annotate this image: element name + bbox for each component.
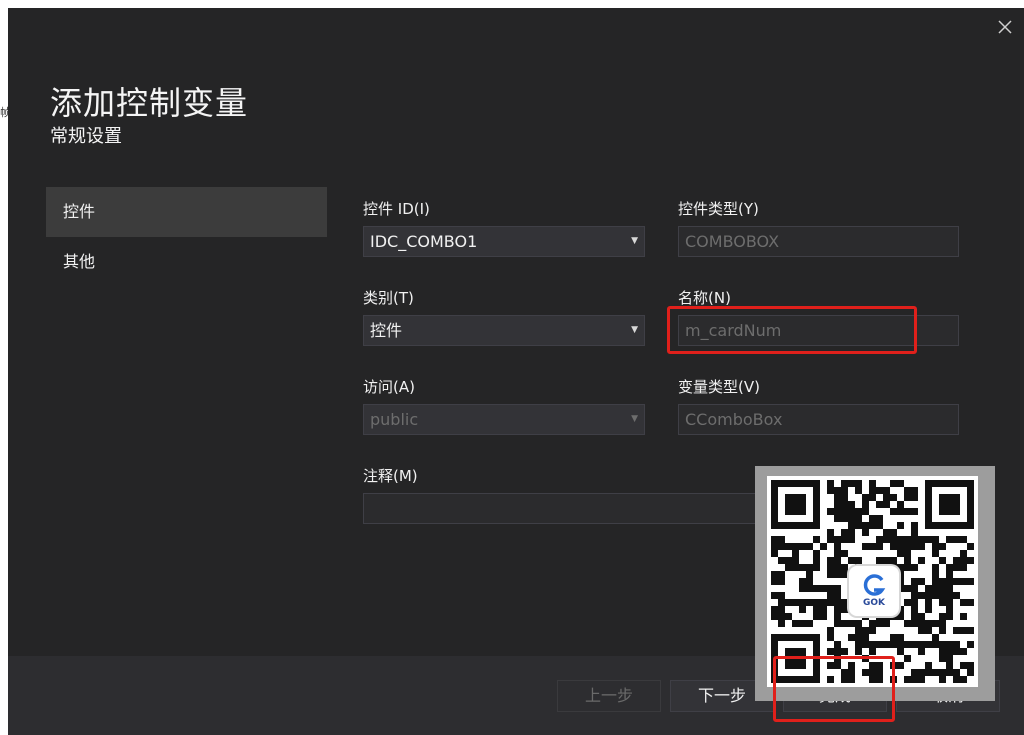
sidebar-item-other[interactable]: 其他 — [46, 237, 327, 287]
chevron-down-icon: ▼ — [631, 236, 638, 246]
qr-logo-text: GOK — [862, 598, 885, 608]
sidebar-item-control[interactable]: 控件 — [46, 187, 327, 237]
variable-type-value: CComboBox — [685, 410, 783, 429]
access-value: public — [370, 410, 419, 429]
dialog-subtitle: 常规设置 — [50, 126, 122, 147]
dialog-title: 添加控制变量 — [50, 84, 249, 122]
variable-type-label: 变量类型(V) — [678, 378, 760, 396]
control-id-select[interactable]: IDC_COMBO1 ▼ — [363, 226, 645, 257]
variable-type-field: CComboBox — [678, 404, 959, 435]
control-id-value: IDC_COMBO1 — [370, 232, 478, 251]
access-label: 访问(A) — [363, 378, 415, 396]
control-type-label: 控件类型(Y) — [678, 200, 759, 218]
close-icon — [998, 20, 1012, 34]
chevron-down-icon: ▼ — [631, 414, 638, 424]
control-type-field: COMBOBOX — [678, 226, 959, 257]
close-button[interactable] — [994, 16, 1016, 38]
name-value: m_cardNum — [685, 321, 782, 340]
name-label: 名称(N) — [678, 289, 731, 307]
qr-logo: GOK — [849, 566, 899, 616]
add-control-variable-dialog: 添加控制变量 常规设置 控件 其他 控件 ID(I) IDC_COMBO1 ▼ … — [8, 8, 1024, 735]
chevron-down-icon: ▼ — [631, 325, 638, 335]
logo-swirl-icon — [863, 574, 886, 596]
access-select: public ▼ — [363, 404, 645, 435]
prev-button: 上一步 — [557, 680, 661, 712]
control-id-label: 控件 ID(I) — [363, 200, 430, 218]
category-label: 类别(T) — [363, 289, 414, 307]
category-value: 控件 — [370, 321, 403, 340]
comment-label: 注释(M) — [363, 467, 418, 485]
name-input[interactable]: m_cardNum — [678, 315, 959, 346]
qr-code-overlay: GOK — [755, 466, 995, 701]
category-select[interactable]: 控件 ▼ — [363, 315, 645, 346]
control-type-value: COMBOBOX — [685, 232, 780, 251]
sidebar-nav: 控件 其他 — [46, 187, 327, 287]
